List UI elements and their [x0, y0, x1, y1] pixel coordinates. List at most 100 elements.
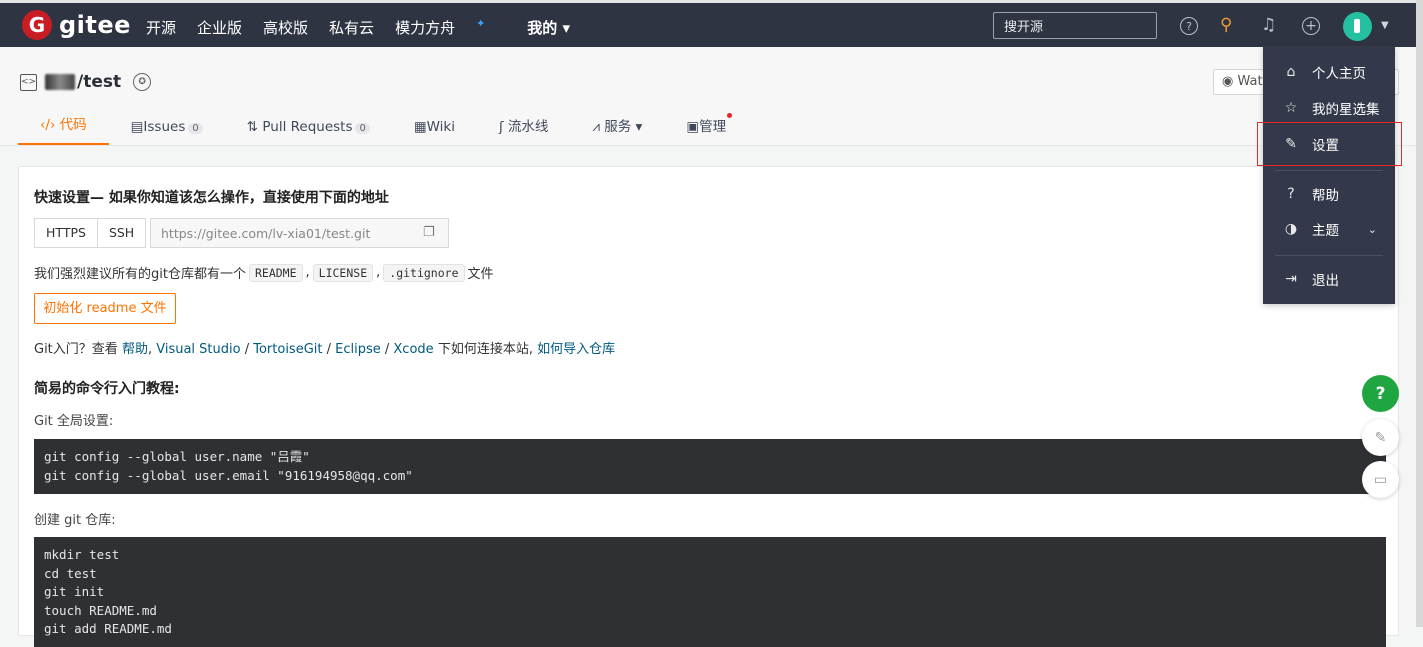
visual-studio-link[interactable]: Visual Studio [156, 342, 240, 357]
logout-icon: ⇥ [1285, 271, 1297, 287]
menu-item-help[interactable]: ? 帮助 [1263, 179, 1395, 209]
intro-prefix: Git入门？查看 [34, 342, 118, 357]
top-nav-links: 开源 企业版 高校版 私有云 模力方舟 ✦ 我的 ▾ [146, 17, 591, 38]
init-readme-button[interactable]: 初始化 readme 文件 [34, 293, 176, 324]
contrast-icon: ◑ [1284, 221, 1298, 237]
tab-pull-requests[interactable]: ⇅ Pull Requests 0 [247, 111, 370, 145]
gitee-logo[interactable]: G gitee [22, 10, 131, 40]
top-navbar: G gitee 开源 企业版 高校版 私有云 模力方舟✦ 我的 ▾ ? ⚲ ♫ … [0, 0, 1423, 47]
menu-item-theme[interactable]: ◑ 主题 ⌄ [1263, 214, 1395, 244]
xcode-link[interactable]: Xcode [393, 342, 433, 357]
tortoisegit-link[interactable]: TortoiseGit [253, 342, 322, 357]
menu-label: 帮助 [1312, 188, 1339, 204]
recommend-suffix: 文件 [467, 267, 494, 282]
repo-tabs: ‹/› 代码 ▤Issues 0 ⇅ Pull Requests 0 ▦Wiki ʃ… [18, 107, 770, 145]
tab-issues-label: Issues [143, 119, 186, 135]
tab-code[interactable]: ‹/› 代码 [18, 105, 109, 145]
pull-request-icon: ⇅ [246, 119, 259, 135]
help-circle-icon[interactable]: ? [1180, 17, 1198, 35]
page-scrollbar[interactable] [1416, 0, 1423, 627]
copy-icon[interactable]: ❐ [423, 225, 435, 240]
star-icon: ☆ [1284, 100, 1298, 116]
separator: , [376, 265, 381, 280]
tab-pipeline[interactable]: ʃ 流水线 [499, 107, 548, 145]
chevron-down-icon: ⌄ [1367, 222, 1377, 236]
manage-icon: ▣ [686, 119, 700, 135]
bell-icon[interactable]: ♫ [1261, 15, 1276, 35]
menu-label: 我的星选集 [1312, 102, 1380, 118]
help-icon: ? [1287, 186, 1295, 202]
nav-education[interactable]: 高校版 [263, 17, 308, 38]
menu-label: 个人主页 [1312, 66, 1366, 82]
global-config-code: git config --global user.name "吕霞" git c… [34, 439, 1386, 494]
tab-issues[interactable]: ▤Issues 0 [131, 111, 203, 145]
floating-chat-button[interactable]: ▭ [1362, 461, 1399, 498]
menu-item-stars[interactable]: ☆ 我的星选集 [1263, 93, 1395, 123]
clone-url-input[interactable] [150, 218, 449, 248]
code-repo-icon: <> [20, 73, 37, 91]
avatar[interactable] [1343, 12, 1372, 41]
create-repo-code: mkdir test cd test git init touch README… [34, 537, 1386, 647]
nav-moli-label: 模力方舟 [395, 19, 456, 37]
separator: , [305, 265, 310, 280]
nav-private-cloud[interactable]: 私有云 [329, 17, 374, 38]
tab-pr-label: Pull Requests [262, 119, 353, 135]
floating-help-button[interactable]: ? [1362, 375, 1399, 412]
license-file[interactable]: LICENSE [312, 263, 374, 282]
quick-setup-title: 快速设置— 如果你知道该怎么操作，直接使用下面的地址 [34, 190, 389, 206]
git-intro-text: Git入门？查看 帮助, Visual Studio / TortoiseGit… [34, 342, 616, 357]
tab-manage-label: 管理 [699, 119, 727, 135]
readme-file[interactable]: README [248, 263, 303, 282]
notification-dot [727, 113, 733, 118]
tab-wiki[interactable]: ▦Wiki [414, 111, 455, 145]
wiki-icon: ▦ [413, 119, 427, 135]
menu-divider [1275, 170, 1383, 171]
menu-item-profile[interactable]: ⌂ 个人主页 [1263, 57, 1395, 87]
menu-divider [1275, 255, 1383, 256]
pr-count-badge: 0 [355, 123, 370, 134]
global-settings-label: Git 全局设置: [34, 414, 114, 429]
medal-icon[interactable]: ✪ [133, 73, 152, 91]
lightbulb-icon[interactable]: ⚲ [1220, 15, 1232, 35]
plus-circle-icon[interactable]: + [1302, 17, 1320, 35]
floating-edit-button[interactable]: ✎ [1362, 419, 1399, 456]
tab-wiki-label: Wiki [426, 119, 455, 135]
tab-services-label: 服务 ▾ [604, 119, 643, 135]
tab-services[interactable]: ⩘ 服务 ▾ [592, 107, 642, 145]
intro-mid: 下如何连接本站, [437, 342, 533, 357]
tab-code-label: 代码 [59, 117, 87, 133]
import-repo-link[interactable]: 如何导入仓库 [537, 342, 615, 357]
main-content: 快速设置— 如果你知道该怎么操作，直接使用下面的地址 HTTPS SSH ❐ 我… [18, 166, 1399, 647]
tab-manage[interactable]: ▣管理 [686, 107, 733, 145]
https-button[interactable]: HTTPS [34, 218, 98, 248]
user-dropdown-menu: ⌂ 个人主页 ☆ 我的星选集 ✎ 设置 ? 帮助 ◑ 主题 ⌄ ⇥ 退出 [1263, 46, 1395, 304]
repo-title: <> /test ✪ [20, 72, 152, 92]
menu-label: 主题 [1312, 223, 1339, 239]
sparkle-icon: ✦ [476, 17, 486, 30]
menu-item-logout[interactable]: ⇥ 退出 [1263, 264, 1395, 294]
tab-pipeline-label: 流水线 [507, 119, 549, 135]
settings-highlight-box [1257, 122, 1402, 166]
gitee-wordmark: gitee [59, 11, 131, 39]
tutorial-title: 简易的命令行入门教程: [34, 381, 180, 397]
repo-header: <> /test ✪ ◉ Watc ‹/› 代码 ▤Issues 0 ⇅ Pull… [0, 47, 1423, 146]
blurred-owner-name [45, 74, 75, 90]
home-icon: ⌂ [1286, 64, 1296, 80]
code-icon: ‹/› [40, 117, 56, 133]
repo-name[interactable]: /test [77, 72, 121, 92]
help-link[interactable]: 帮助 [122, 342, 148, 357]
eclipse-link[interactable]: Eclipse [335, 342, 381, 357]
gitignore-file[interactable]: .gitignore [383, 263, 465, 282]
ssh-button[interactable]: SSH [97, 218, 147, 248]
nav-moli[interactable]: 模力方舟 ✦ [395, 17, 506, 38]
nav-open-source[interactable]: 开源 [146, 17, 176, 38]
recommend-prefix: 我们强烈建议所有的git仓库都有一个 [34, 267, 246, 282]
nav-mine-dropdown[interactable]: 我的 ▾ [527, 17, 570, 38]
issues-icon: ▤ [130, 119, 144, 135]
protocol-switch: HTTPS SSH [34, 218, 147, 248]
create-repo-label: 创建 git 仓库: [34, 513, 116, 528]
chevron-down-icon[interactable]: ▼ [1381, 20, 1389, 31]
issues-count-badge: 0 [188, 123, 203, 134]
search-input[interactable] [993, 12, 1157, 39]
nav-enterprise[interactable]: 企业版 [197, 17, 242, 38]
